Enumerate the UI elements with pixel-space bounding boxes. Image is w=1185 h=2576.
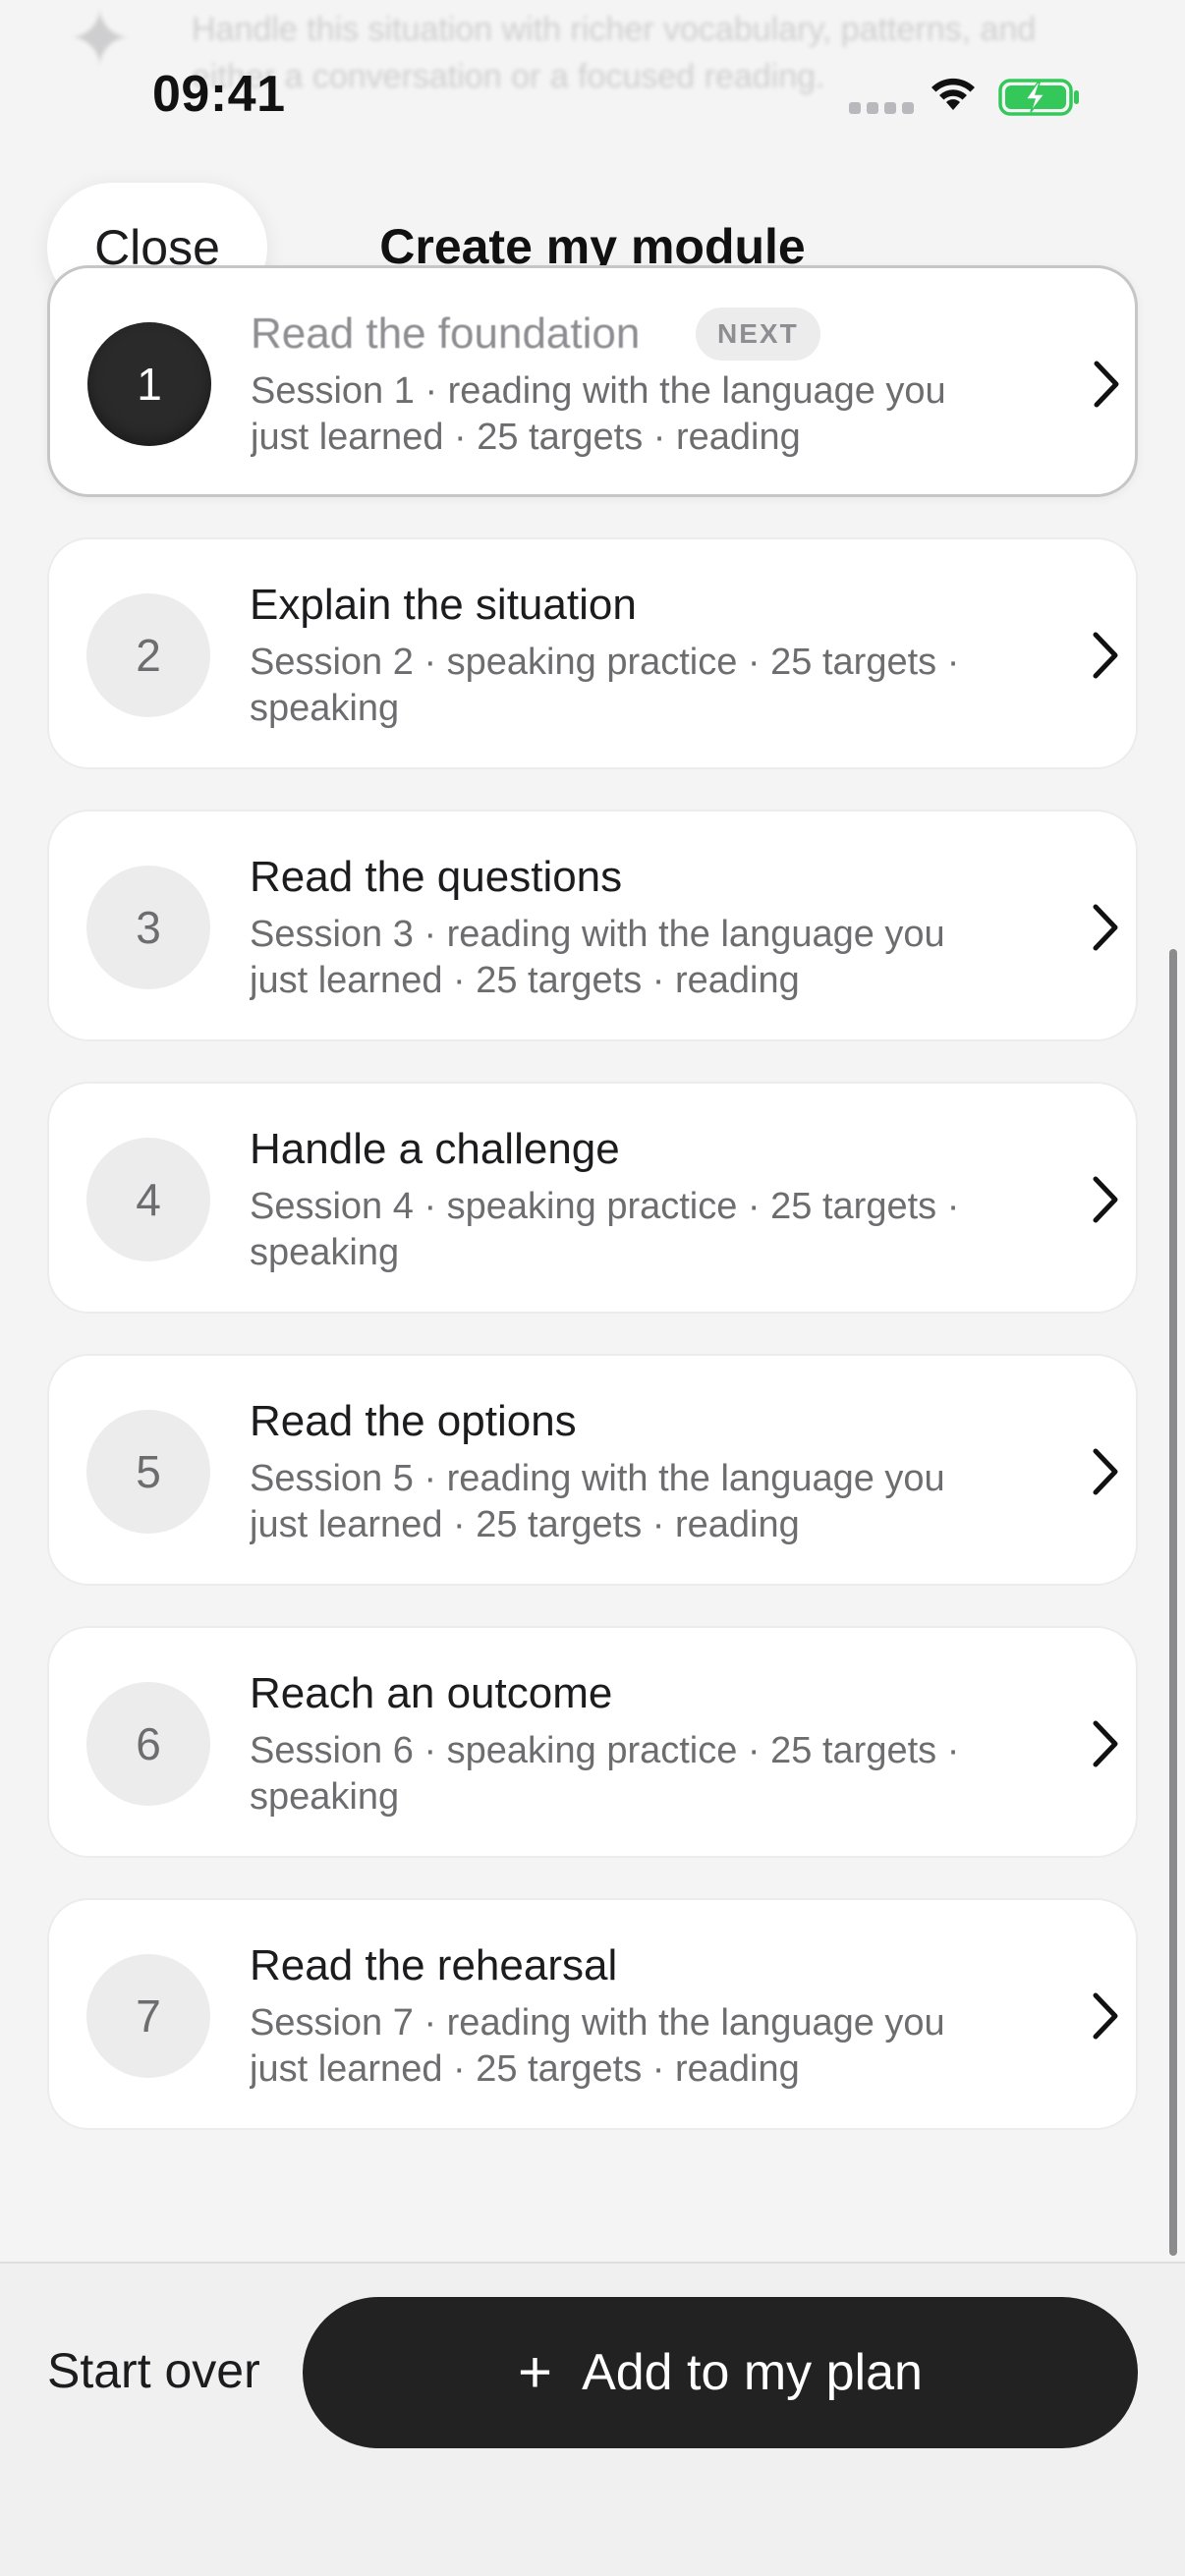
add-to-plan-label: Add to my plan (582, 2344, 923, 2401)
session-title: Read the options (250, 1397, 577, 1445)
session-card-5[interactable]: 5 Read the options Session 5 · reading w… (47, 1354, 1138, 1586)
session-card-7[interactable]: 7 Read the rehearsal Session 7 · reading… (47, 1898, 1138, 2130)
next-badge: NEXT (696, 308, 820, 361)
session-subtitle: Session 4 · speaking practice · 25 targe… (250, 1186, 960, 1273)
screen: ✦ Handle this situation with richer voca… (0, 0, 1185, 2576)
status-time: 09:41 (152, 66, 286, 123)
session-title: Read the questions (250, 853, 623, 901)
session-title: Read the foundation (251, 309, 641, 358)
scrollbar[interactable] (1169, 949, 1177, 2256)
chevron-right-icon (1093, 1720, 1118, 1767)
session-card-1[interactable]: 1 Read the foundation NEXT Session 1 · r… (47, 265, 1138, 497)
session-subtitle: Session 7 · reading with the language yo… (250, 2002, 945, 2090)
session-subtitle: Session 3 · reading with the language yo… (250, 914, 945, 1001)
session-list: 1 Read the foundation NEXT Session 1 · r… (47, 265, 1138, 2170)
cellular-signal-icon (849, 102, 914, 114)
chevron-right-icon (1093, 1176, 1118, 1223)
chevron-right-icon (1093, 1992, 1118, 2040)
session-card-4[interactable]: 4 Handle a challenge Session 4 · speakin… (47, 1082, 1138, 1314)
session-number-badge: 3 (86, 866, 210, 989)
session-subtitle: Session 1 · reading with the language yo… (251, 370, 946, 458)
session-subtitle: Session 6 · speaking practice · 25 targe… (250, 1730, 960, 1818)
wifi-icon (931, 78, 975, 110)
session-card-3[interactable]: 3 Read the questions Session 3 · reading… (47, 810, 1138, 1041)
battery-charging-icon (998, 79, 1079, 116)
session-card-6[interactable]: 6 Reach an outcome Session 6 · speaking … (47, 1626, 1138, 1858)
status-bar: 09:41 (0, 0, 1185, 147)
session-number-badge: 7 (86, 1954, 210, 2078)
session-title: Handle a challenge (250, 1125, 620, 1173)
chevron-right-icon (1093, 904, 1118, 951)
session-number-badge: 4 (86, 1138, 210, 1261)
session-number-badge: 1 (87, 322, 211, 446)
session-subtitle: Session 2 · speaking practice · 25 targe… (250, 642, 960, 729)
session-number-badge: 2 (86, 593, 210, 717)
bottom-action-bar: Start over + Add to my plan (0, 2262, 1185, 2576)
session-subtitle: Session 5 · reading with the language yo… (250, 1458, 945, 1545)
chevron-right-icon (1093, 1448, 1118, 1495)
add-to-plan-button[interactable]: + Add to my plan (303, 2297, 1138, 2448)
start-over-button[interactable]: Start over (47, 2342, 260, 2399)
plus-icon: + (518, 2339, 553, 2405)
chevron-right-icon (1094, 361, 1119, 408)
session-card-2[interactable]: 2 Explain the situation Session 2 · spea… (47, 537, 1138, 769)
chevron-right-icon (1093, 632, 1118, 679)
session-number-badge: 5 (86, 1410, 210, 1534)
session-title: Explain the situation (250, 581, 637, 629)
session-number-badge: 6 (86, 1682, 210, 1806)
session-title: Reach an outcome (250, 1669, 613, 1717)
session-title: Read the rehearsal (250, 1941, 618, 1989)
